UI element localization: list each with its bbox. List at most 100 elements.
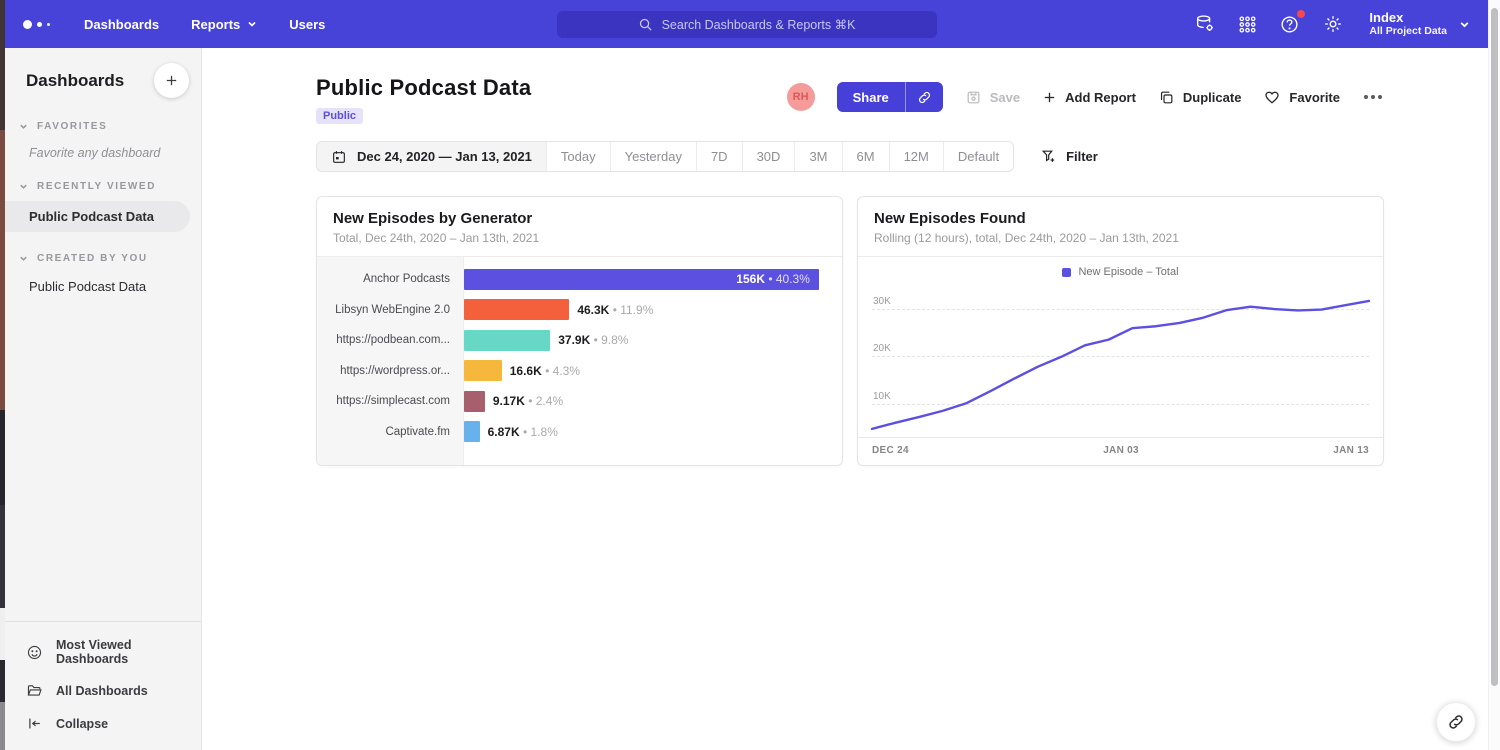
card-subtitle: Rolling (12 hours), total, Dec 24th, 202…: [874, 231, 1367, 245]
x-tick: JAN 03: [1103, 445, 1139, 456]
favorites-empty-text: Favorite any dashboard: [5, 139, 201, 162]
card-new-episodes-by-generator: New Episodes by Generator Total, Dec 24t…: [316, 196, 843, 466]
add-report-button[interactable]: Add Report: [1042, 90, 1136, 105]
save-button[interactable]: Save: [965, 89, 1020, 106]
filter-funnel-icon: [1040, 148, 1057, 165]
bar-category-label: Libsyn WebEngine 2.0: [317, 304, 464, 316]
bar-category-label: https://simplecast.com: [317, 395, 464, 407]
chart-legend: New Episode – Total: [858, 257, 1383, 279]
bar[interactable]: 156K • 40.3%: [464, 269, 819, 290]
page-scrollbar: [1488, 0, 1500, 750]
bar[interactable]: 9.17K • 2.4%: [464, 391, 485, 412]
share-link-icon[interactable]: [906, 82, 943, 112]
preset-default[interactable]: Default: [943, 142, 1013, 171]
bar-row: Anchor Podcasts 156K • 40.3%: [317, 264, 842, 295]
x-tick: DEC 24: [872, 445, 909, 456]
app-logo[interactable]: [23, 20, 50, 29]
primary-nav: Dashboards Reports Users: [84, 17, 325, 32]
bar[interactable]: 6.87K • 1.8%: [464, 421, 480, 442]
plus-icon: [164, 73, 179, 88]
plus-icon: [1042, 90, 1057, 105]
most-viewed-dashboards-link[interactable]: Most Viewed Dashboards: [5, 630, 201, 674]
bar[interactable]: 16.6K • 4.3%: [464, 360, 502, 381]
line-plot[interactable]: 10K20K30K: [872, 289, 1369, 437]
card-title: New Episodes by Generator: [333, 210, 826, 227]
bar-value-label: 6.87K • 1.8%: [488, 425, 558, 439]
copy-link-fab[interactable]: [1436, 702, 1476, 742]
chevron-down-icon: [19, 182, 28, 191]
section-header-recently-viewed[interactable]: RECENTLY VIEWED: [5, 162, 201, 199]
bar-rows: Anchor Podcasts 156K • 40.3% Libsyn WebE…: [317, 257, 842, 447]
card-title: New Episodes Found: [874, 210, 1367, 227]
preset-6m[interactable]: 6M: [842, 142, 889, 171]
collapse-icon: [26, 715, 43, 732]
preset-12m[interactable]: 12M: [889, 142, 943, 171]
link-icon: [1447, 713, 1465, 731]
top-bar: Dashboards Reports Users Search Dashboar…: [5, 0, 1488, 48]
preset-30d[interactable]: 30D: [742, 142, 795, 171]
add-dashboard-button[interactable]: [154, 63, 189, 98]
search-input[interactable]: Search Dashboards & Reports ⌘K: [557, 11, 937, 38]
line-chart: New Episode – Total 10K20K30K DEC 24 JAN…: [858, 257, 1383, 465]
x-tick: JAN 13: [1333, 445, 1369, 456]
search-placeholder: Search Dashboards & Reports ⌘K: [662, 17, 856, 32]
bar-category-label: Captivate.fm: [317, 426, 464, 438]
top-bar-right: Index All Project Data: [1194, 10, 1470, 38]
nav-item-dashboards[interactable]: Dashboards: [84, 17, 159, 32]
duplicate-icon: [1158, 89, 1175, 106]
page-title: Public Podcast Data: [316, 75, 531, 101]
all-dashboards-link[interactable]: All Dashboards: [5, 674, 201, 707]
project-switcher[interactable]: Index All Project Data: [1369, 10, 1470, 38]
bar-category-label: https://podbean.com...: [317, 334, 464, 346]
apps-grid-icon[interactable]: [1237, 14, 1258, 35]
preset-yesterday[interactable]: Yesterday: [610, 142, 696, 171]
section-header-favorites[interactable]: FAVORITES: [5, 102, 201, 139]
sidebar-item-public-podcast-data[interactable]: Public Podcast Data: [5, 201, 190, 232]
preset-today[interactable]: Today: [546, 142, 610, 171]
public-badge: Public: [316, 108, 363, 124]
card-subtitle: Total, Dec 24th, 2020 – Jan 13th, 2021: [333, 231, 826, 245]
more-menu-button[interactable]: [1362, 91, 1384, 103]
scrollbar-thumb[interactable]: [1491, 8, 1498, 686]
avatar[interactable]: RH: [787, 83, 815, 111]
nav-item-reports[interactable]: Reports: [191, 17, 257, 32]
project-scope: All Project Data: [1369, 25, 1447, 38]
bar-row: Captivate.fm 6.87K • 1.8%: [317, 417, 842, 448]
data-icon[interactable]: [1194, 13, 1216, 35]
section-header-created-by-you[interactable]: CREATED BY YOU: [5, 234, 201, 271]
bar[interactable]: 46.3K • 11.9%: [464, 299, 569, 320]
preset-7d[interactable]: 7D: [696, 142, 742, 171]
x-axis: DEC 24 JAN 03 JAN 13: [858, 437, 1383, 465]
date-range-button[interactable]: Dec 24, 2020 — Jan 13, 2021: [317, 142, 546, 171]
help-icon[interactable]: [1279, 13, 1301, 35]
project-name: Index: [1369, 10, 1447, 25]
share-button[interactable]: Share: [837, 82, 943, 112]
dashboard-actions: RH Share Save Add Report Duplicate: [787, 82, 1384, 112]
notification-badge: [1297, 10, 1305, 18]
bar-row: https://podbean.com... 37.9K • 9.8%: [317, 325, 842, 356]
settings-icon[interactable]: [1322, 13, 1344, 35]
bar-value-label: 9.17K • 2.4%: [493, 394, 563, 408]
bar-value-label: 156K • 40.3%: [736, 272, 810, 286]
line-series: [872, 289, 1369, 437]
search-icon: [638, 17, 653, 32]
bar-row: Libsyn WebEngine 2.0 46.3K • 11.9%: [317, 295, 842, 326]
filter-button[interactable]: Filter: [1040, 148, 1098, 165]
sidebar: Dashboards FAVORITES Favorite any dashbo…: [5, 48, 202, 750]
bar[interactable]: 37.9K • 9.8%: [464, 330, 550, 351]
collapse-sidebar-button[interactable]: Collapse: [5, 707, 201, 740]
chevron-down-icon: [19, 254, 28, 263]
bar-value-label: 16.6K • 4.3%: [510, 364, 580, 378]
favorite-button[interactable]: Favorite: [1263, 88, 1340, 106]
duplicate-button[interactable]: Duplicate: [1158, 89, 1242, 106]
sidebar-footer: Most Viewed Dashboards All Dashboards Co…: [5, 621, 201, 750]
sidebar-title: Dashboards: [26, 71, 124, 91]
sidebar-item-public-podcast-data-created[interactable]: Public Podcast Data: [5, 271, 201, 302]
bar-chart: Anchor Podcasts 156K • 40.3% Libsyn WebE…: [317, 257, 842, 465]
bar-category-label: https://wordpress.or...: [317, 365, 464, 377]
nav-item-users[interactable]: Users: [289, 17, 325, 32]
save-icon: [965, 89, 982, 106]
preset-3m[interactable]: 3M: [794, 142, 841, 171]
date-range-control: Dec 24, 2020 — Jan 13, 2021 Today Yester…: [316, 141, 1014, 172]
bar-row: https://wordpress.or... 16.6K • 4.3%: [317, 356, 842, 387]
